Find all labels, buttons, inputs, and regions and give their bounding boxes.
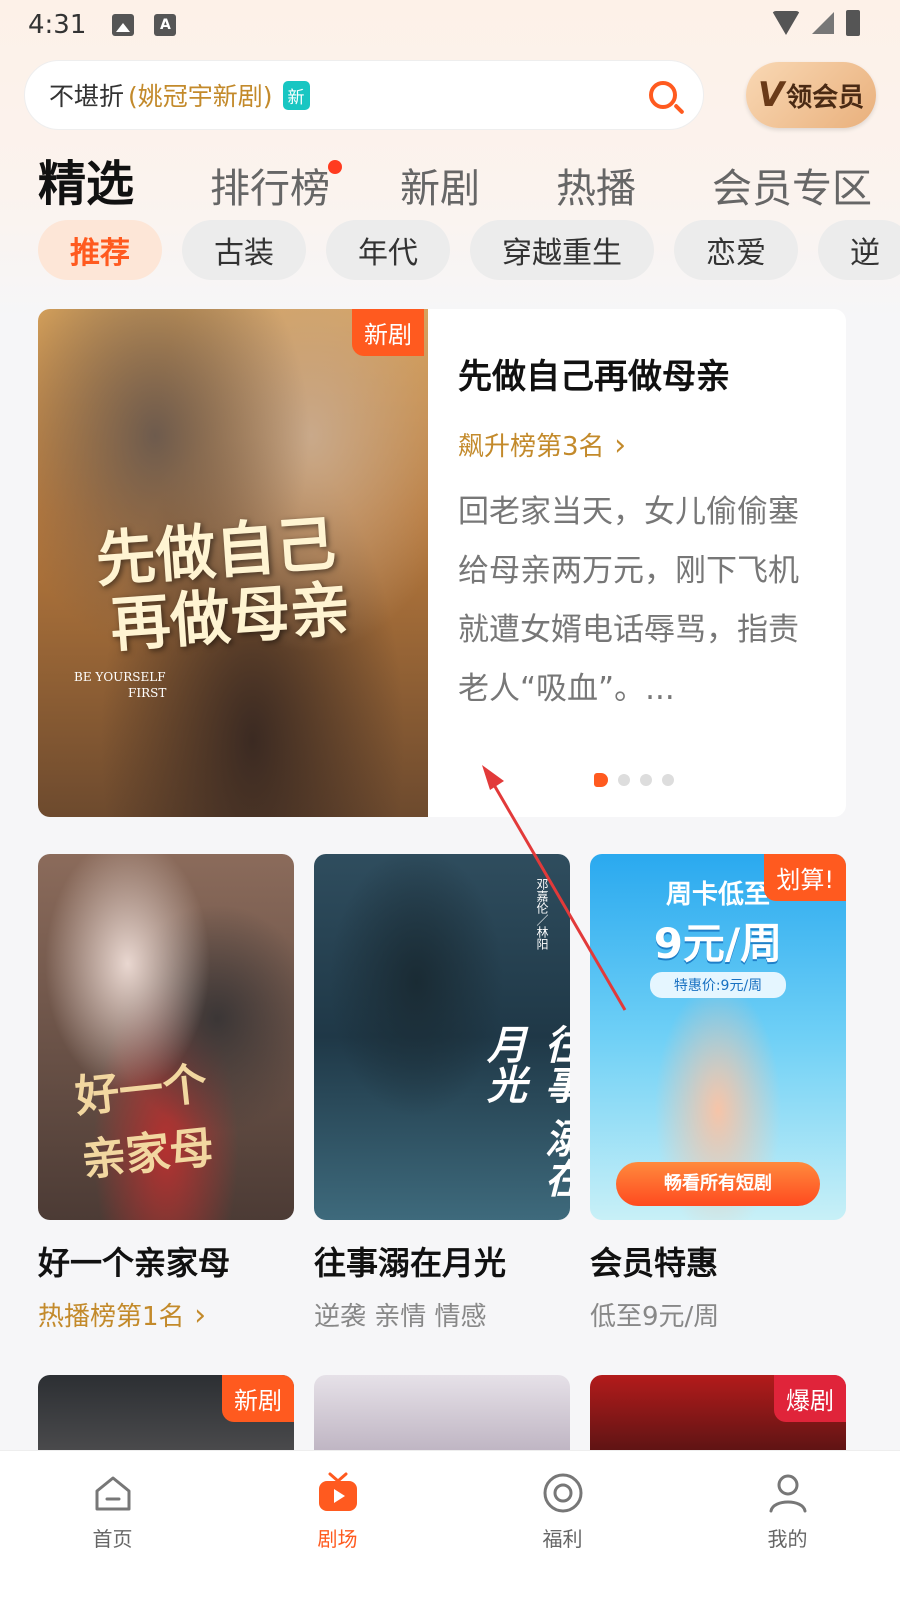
chip-comeback[interactable]: 逆 — [818, 220, 900, 280]
image-icon — [112, 14, 135, 36]
tab-new[interactable]: 新剧 — [400, 156, 480, 214]
promo-watch-button[interactable]: 畅看所有短剧 — [616, 1162, 820, 1206]
chip-era[interactable]: 年代 — [326, 220, 450, 280]
nav-home[interactable]: 首页 — [0, 1451, 225, 1600]
tab-vip-zone[interactable]: 会员专区 — [712, 156, 872, 214]
featured-poster[interactable]: 先做自己 再做母亲 BE YOURSELF FIRST 新剧 — [38, 309, 428, 817]
poster-title-line1: 往事 — [538, 1024, 570, 1104]
vip-label: 领会员 — [786, 82, 865, 113]
vip-button[interactable]: V 领会员 — [746, 62, 876, 128]
bottom-nav: 首页 剧场 福利 我的 — [0, 1450, 900, 1600]
drama-rank-link[interactable]: 热播榜第1名 — [38, 1296, 294, 1333]
drama-poster[interactable]: 邓嘉伦／林阳 往事 溺在月光 — [314, 854, 570, 1220]
search-icon[interactable] — [649, 81, 677, 109]
poster-title-art: 往事 溺在月光 — [474, 1024, 570, 1220]
drama-poster[interactable]: 爆剧 — [590, 1375, 846, 1451]
chip-recommended[interactable]: 推荐 — [38, 220, 162, 280]
search-row: 不堪折 (姚冠宇新剧) 新 V 领会员 — [24, 60, 876, 130]
new-drama-badge: 新剧 — [222, 1375, 294, 1422]
coin-icon — [543, 1473, 582, 1513]
drama-card[interactable]: 好一个 亲家母 好一个亲家母 热播榜第1名 — [38, 854, 294, 1333]
poster-english-line1: BE YOURSELF — [74, 670, 166, 684]
chip-costume[interactable]: 古装 — [182, 220, 306, 280]
promo-price-small: 特惠价:9元/周 — [650, 972, 786, 998]
nav-profile-label: 我的 — [767, 1527, 808, 1551]
a-icon: A — [154, 14, 177, 36]
tab-hot[interactable]: 热播 — [556, 156, 636, 214]
poster-english-line2: FIRST — [128, 686, 167, 700]
featured-drama-card[interactable]: 先做自己 再做母亲 BE YOURSELF FIRST 新剧 先做自己再做母亲 … — [38, 309, 846, 817]
notification-dot — [328, 160, 343, 174]
promo-title[interactable]: 会员特惠 — [590, 1238, 846, 1284]
chip-romance[interactable]: 恋爱 — [674, 220, 798, 280]
vip-icon: V — [757, 75, 785, 115]
tv-icon — [318, 1472, 357, 1511]
hit-drama-badge: 爆剧 — [774, 1375, 846, 1422]
nav-profile[interactable]: 我的 — [675, 1451, 900, 1600]
poster-title-art: 好一个 亲家母 — [72, 1047, 217, 1188]
search-subtext: (姚冠宇新剧) — [128, 82, 273, 111]
drama-poster[interactable] — [314, 1375, 570, 1451]
search-input[interactable]: 不堪折 (姚冠宇新剧) 新 — [24, 60, 704, 130]
drama-poster[interactable]: 好一个 亲家母 — [38, 854, 294, 1220]
poster-cast-text: 邓嘉伦／林阳 — [535, 878, 549, 950]
wifi-icon — [772, 11, 800, 35]
promo-price-large: 9元/周 — [653, 919, 783, 968]
carousel-dot — [618, 774, 630, 786]
drama-card[interactable]: 邓嘉伦／林阳 往事 溺在月光 往事溺在月光 逆袭 亲情 情感 — [314, 854, 570, 1333]
poster-english-title: BE YOURSELF FIRST — [74, 669, 166, 701]
featured-info: 先做自己再做母亲 飙升榜第3名 回老家当天，女儿偷偷塞给母亲两万元，刚下飞机就遭… — [458, 349, 818, 719]
carousel-indicator — [594, 773, 674, 787]
category-chips: 推荐 古装 年代 穿越重生 恋爱 逆 — [38, 220, 900, 282]
signal-icon — [812, 12, 834, 34]
poster-title-line2: 亲家母 — [79, 1122, 217, 1187]
nav-rewards-label: 福利 — [542, 1527, 583, 1551]
vip-promo-card[interactable]: 周卡低至 9元/周 特惠价:9元/周 畅看所有短剧 划算! 会员特惠 低至9元/… — [590, 854, 846, 1333]
nav-theater-label: 剧场 — [317, 1527, 358, 1551]
chip-time-travel[interactable]: 穿越重生 — [470, 220, 654, 280]
deal-badge: 划算! — [764, 854, 846, 901]
status-bar: 4:31 A — [0, 0, 900, 50]
drama-tags: 逆袭 亲情 情感 — [314, 1302, 487, 1332]
featured-rank-link[interactable]: 飙升榜第3名 — [458, 426, 818, 463]
drama-title[interactable]: 往事溺在月光 — [314, 1238, 570, 1284]
tab-rankings-label: 排行榜 — [210, 166, 331, 212]
poster-title-line2: 再做母亲 — [108, 574, 353, 661]
battery-icon — [846, 10, 860, 36]
featured-description: 回老家当天，女儿偷偷塞给母亲两万元，刚下飞机就遭女婿电话辱骂，指责老人“吸血”。… — [458, 494, 799, 707]
home-icon — [95, 1476, 130, 1511]
nav-theater[interactable]: 剧场 — [225, 1451, 450, 1600]
nav-home-label: 首页 — [92, 1527, 133, 1551]
nav-rewards[interactable]: 福利 — [450, 1451, 675, 1600]
carousel-dot — [594, 773, 608, 787]
new-drama-badge: 新剧 — [352, 309, 424, 356]
status-time: 4:31 — [28, 10, 87, 40]
main-tabs: 精选 排行榜 新剧 热播 会员专区 — [38, 150, 878, 214]
profile-icon — [769, 1474, 806, 1513]
new-tag: 新 — [282, 80, 310, 110]
tab-featured[interactable]: 精选 — [38, 144, 134, 214]
promo-subtitle: 低至9元/周 — [590, 1302, 720, 1332]
poster-title-art: 先做自己 再做母亲 — [94, 509, 353, 661]
drama-row: 新剧 爆剧 — [38, 1375, 846, 1451]
featured-title[interactable]: 先做自己再做母亲 — [458, 349, 818, 398]
search-text: 不堪折 — [49, 82, 125, 111]
vip-promo-banner[interactable]: 周卡低至 9元/周 特惠价:9元/周 畅看所有短剧 划算! — [590, 854, 846, 1220]
drama-poster[interactable]: 新剧 — [38, 1375, 294, 1451]
carousel-dot — [640, 774, 652, 786]
drama-title[interactable]: 好一个亲家母 — [38, 1238, 294, 1284]
carousel-dot — [662, 774, 674, 786]
tab-rankings[interactable]: 排行榜 — [210, 156, 343, 214]
